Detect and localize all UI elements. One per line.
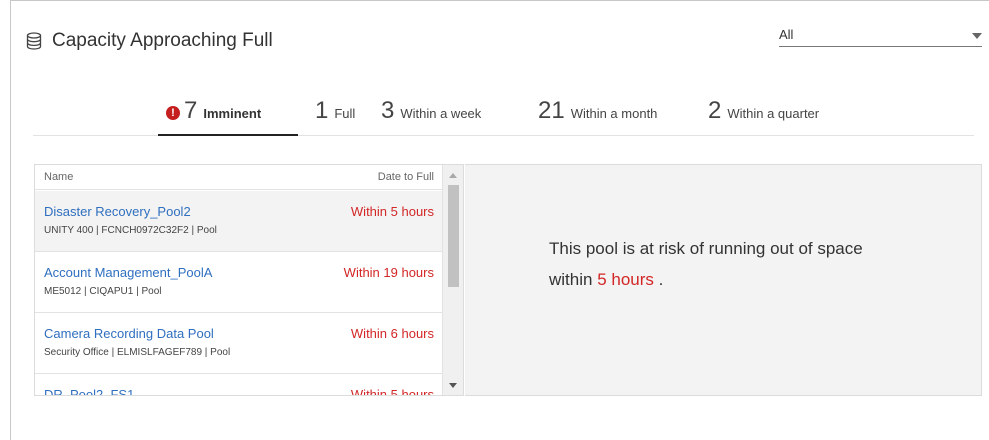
capacity-panel: Capacity Approaching Full All ! 7 Immine…: [10, 0, 989, 440]
tab-within-a-week[interactable]: 3 Within a week: [381, 94, 481, 136]
column-header-name[interactable]: Name: [44, 171, 73, 183]
list-item[interactable]: Camera Recording Data Pool Security Offi…: [35, 313, 442, 374]
filter-dropdown[interactable]: All: [779, 25, 982, 47]
scrollbar-thumb[interactable]: [448, 185, 459, 287]
tab-count: 2: [708, 97, 722, 124]
tab-label: Imminent: [203, 106, 262, 121]
pool-details: ME5012 | CIQAPU1 | Pool: [44, 286, 162, 297]
tab-full[interactable]: 1 Full: [315, 94, 355, 136]
detail-pane: This pool is at risk of running out of s…: [465, 164, 982, 396]
tab-label: Within a quarter: [727, 106, 820, 121]
list-scrollbar[interactable]: [442, 165, 463, 395]
date-to-full: Within 19 hours: [343, 265, 434, 280]
pool-name-link[interactable]: DR_Pool2_FS1: [44, 387, 134, 395]
pool-name-link[interactable]: Camera Recording Data Pool: [44, 326, 214, 341]
date-to-full: Within 5 hours: [350, 204, 434, 219]
list-item[interactable]: Account Management_PoolA ME5012 | CIQAPU…: [35, 252, 442, 313]
panel-header: Capacity Approaching Full: [26, 30, 273, 52]
list-header: Name Date to Full: [35, 165, 442, 190]
database-icon: [26, 32, 42, 50]
column-header-date-to-full[interactable]: Date to Full: [378, 171, 434, 183]
tab-imminent[interactable]: ! 7 Imminent: [158, 94, 298, 136]
risk-message-end: .: [658, 270, 664, 289]
list-item[interactable]: Disaster Recovery_Pool2 UNITY 400 | FCNC…: [35, 191, 442, 252]
tab-label: Within a month: [570, 106, 658, 121]
date-to-full: Within 6 hours: [350, 326, 434, 341]
panel-title: Capacity Approaching Full: [52, 30, 273, 51]
pool-details: UNITY 400 | FCNCH0972C32F2 | Pool: [44, 225, 217, 236]
tab-bar: ! 7 Imminent 1 Full 3 Within a week 21 W…: [33, 94, 974, 136]
list-item[interactable]: DR_Pool2_FS1 Within 5 hours: [35, 374, 442, 396]
risk-time-highlight: 5 hours: [597, 270, 654, 289]
date-to-full: Within 5 hours: [350, 387, 434, 396]
scroll-down-arrow-icon[interactable]: [449, 383, 457, 388]
tab-within-a-quarter[interactable]: 2 Within a quarter: [708, 94, 819, 136]
tab-label: Full: [334, 106, 356, 121]
risk-message: This pool is at risk of running out of s…: [549, 233, 909, 295]
tab-within-a-month[interactable]: 21 Within a month: [538, 94, 657, 136]
pool-details: Security Office | ELMISLFAGEF789 | Pool: [44, 347, 231, 358]
tab-count: 1: [315, 97, 329, 124]
tab-count: 21: [538, 97, 565, 124]
tab-label: Within a week: [400, 106, 482, 121]
alert-circle-icon: !: [166, 106, 180, 120]
caret-down-icon: [972, 33, 982, 39]
filter-value: All: [779, 27, 794, 42]
tab-count: 7: [184, 97, 198, 124]
scroll-up-arrow-icon[interactable]: [449, 173, 457, 178]
tab-count: 3: [381, 97, 395, 124]
pool-name-link[interactable]: Account Management_PoolA: [44, 265, 212, 280]
pool-name-link[interactable]: Disaster Recovery_Pool2: [44, 204, 191, 219]
pool-list: Name Date to Full Disaster Recovery_Pool…: [34, 164, 464, 396]
